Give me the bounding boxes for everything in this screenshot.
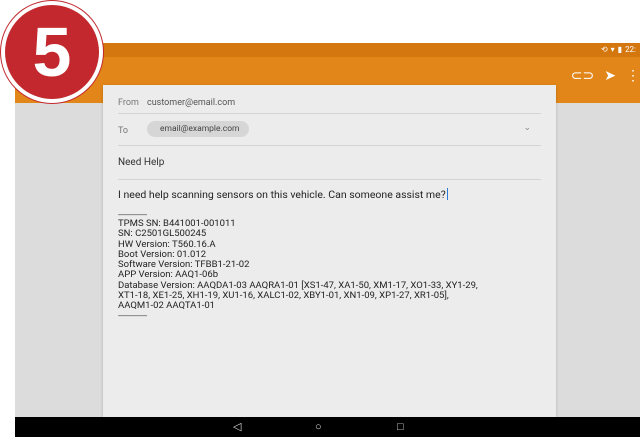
tablet-screen: ⟲ ▾ ▮ 22: ⊂⊃ ➤ ⋮ From customer@email.com… — [15, 43, 640, 437]
sync-icon: ⟲ — [600, 45, 608, 54]
text-cursor — [446, 188, 448, 200]
step-number: 5 — [32, 13, 72, 91]
attach-icon[interactable]: ⊂⊃ — [571, 68, 594, 84]
status-time: 22: — [625, 45, 636, 54]
wifi-icon: ▾ — [610, 45, 615, 54]
from-row: From customer@email.com — [118, 91, 541, 114]
compose-card: From customer@email.com To email@example… — [103, 85, 556, 417]
recents-icon[interactable]: □ — [397, 420, 404, 434]
status-bar: ⟲ ▾ ▮ 22: — [15, 43, 640, 57]
from-field[interactable]: customer@email.com — [147, 98, 235, 108]
to-row: To email@example.com ⌄ — [118, 113, 541, 146]
subject-field[interactable]: Need Help — [118, 157, 164, 168]
recipient-chip[interactable]: email@example.com — [147, 121, 249, 137]
subject-row: Need Help — [118, 145, 541, 180]
from-label: From — [118, 98, 139, 108]
left-margin — [15, 103, 103, 417]
battery-icon: ▮ — [617, 45, 623, 54]
body-message: I need help scanning sensors on this veh… — [118, 188, 446, 201]
back-icon[interactable]: ◁ — [233, 420, 241, 434]
message-body[interactable]: I need help scanning sensors on this veh… — [118, 188, 541, 320]
step-badge: 5 — [5, 5, 99, 99]
home-icon[interactable]: ○ — [315, 420, 322, 434]
separator-bottom: -------------------- — [118, 311, 147, 320]
navigation-bar: ◁ ○ □ — [15, 417, 640, 437]
send-icon[interactable]: ➤ — [604, 68, 616, 84]
to-label: To — [118, 126, 129, 136]
info-line: AAQM1-02 AAQTA1-01 — [118, 300, 215, 312]
more-icon[interactable]: ⋮ — [626, 68, 640, 84]
chevron-down-icon[interactable]: ⌄ — [523, 123, 531, 133]
right-margin — [556, 103, 640, 417]
